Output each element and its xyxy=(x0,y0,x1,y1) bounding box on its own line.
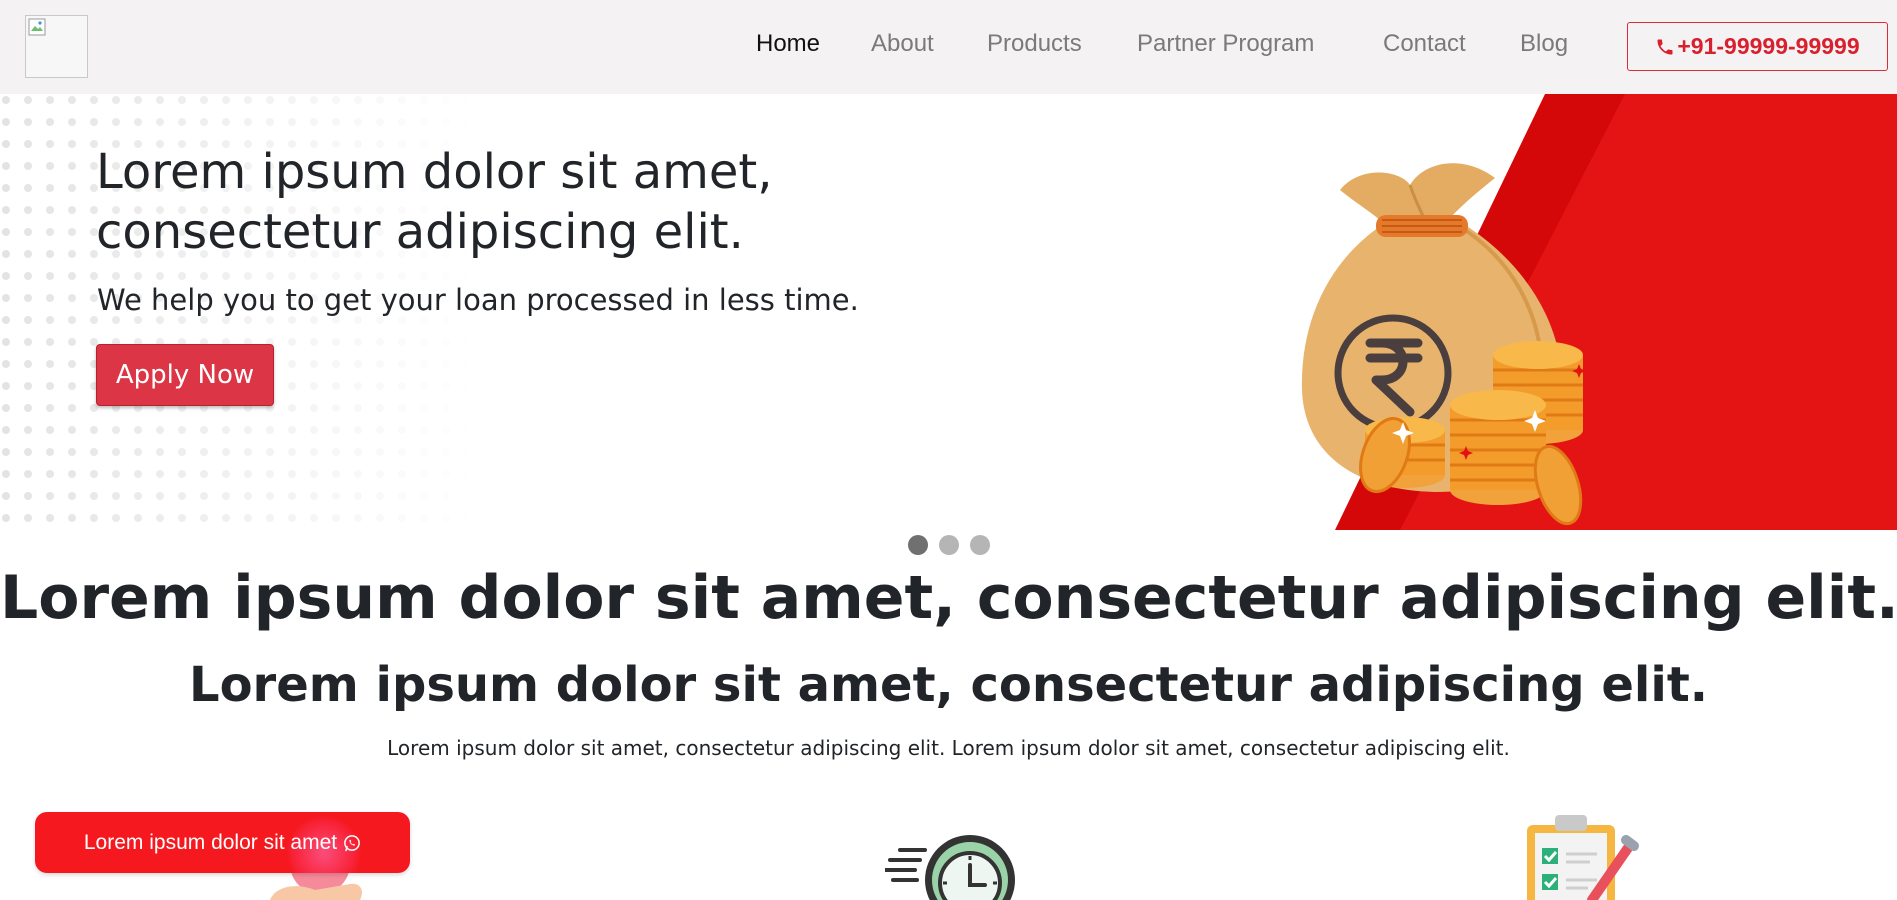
apply-now-button[interactable]: Apply Now xyxy=(96,344,274,406)
whatsapp-floating-button[interactable]: Lorem ipsum dolor sit amet xyxy=(35,812,410,873)
fast-clock-icon xyxy=(885,835,1015,900)
section-subheading: Lorem ipsum dolor sit amet, consectetur … xyxy=(188,657,1709,713)
carousel-indicator-1[interactable] xyxy=(908,535,928,555)
phone-button[interactable]: +91-99999-99999 xyxy=(1627,22,1888,71)
phone-number: +91-99999-99999 xyxy=(1677,33,1860,59)
nav-home[interactable]: Home xyxy=(756,30,820,58)
section-text: Lorem ipsum dolor sit amet, consectetur … xyxy=(387,736,1510,760)
nav-blog[interactable]: Blog xyxy=(1520,30,1568,58)
nav-contact[interactable]: Contact xyxy=(1383,30,1466,58)
clipboard-checklist-icon xyxy=(1527,815,1639,900)
nav-products[interactable]: Products xyxy=(987,30,1082,58)
nav-about[interactable]: About xyxy=(871,30,934,58)
hero-subtitle: We help you to get your loan processed i… xyxy=(97,283,859,317)
nav-partner-program[interactable]: Partner Program xyxy=(1137,30,1314,58)
phone-icon xyxy=(1657,39,1673,54)
hero-carousel: Lorem ipsum dolor sit amet, consectetur … xyxy=(0,94,1897,530)
carousel-indicators xyxy=(908,535,990,555)
carousel-indicator-3[interactable] xyxy=(970,535,990,555)
navbar: Home About Products Partner Program Cont… xyxy=(0,0,1897,94)
money-bag-rupee-illustration xyxy=(1301,163,1586,526)
whatsapp-icon xyxy=(344,834,360,851)
section-heading: Lorem ipsum dolor sit amet, consectetur … xyxy=(0,563,1897,633)
hero-title: Lorem ipsum dolor sit amet, consectetur … xyxy=(96,144,773,260)
broken-image-icon xyxy=(28,18,46,36)
whatsapp-button-label: Lorem ipsum dolor sit amet xyxy=(83,830,338,854)
logo-broken-image[interactable] xyxy=(25,15,88,78)
carousel-indicator-2[interactable] xyxy=(939,535,959,555)
